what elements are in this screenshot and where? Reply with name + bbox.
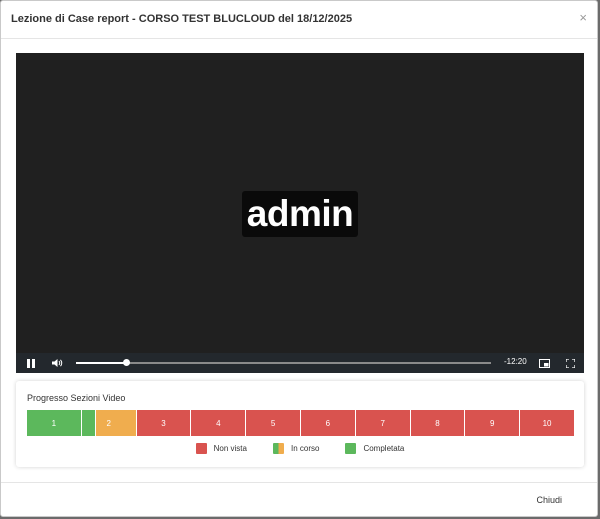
pip-button[interactable] [537,353,551,373]
section-segment[interactable]: 1 [27,410,82,436]
modal-header: Lezione di Case report - CORSO TEST BLUC… [1,1,597,39]
modal-title: Lezione di Case report - CORSO TEST BLUC… [11,13,353,25]
fullscreen-icon [565,358,575,368]
legend-swatch-not-viewed [195,443,207,454]
section-segment-label: 5 [270,418,276,428]
section-segment-label: 2 [106,418,111,428]
legend: Non vista In corso Completata [16,443,584,454]
volume-icon [51,359,62,367]
panel-title: Progresso Sezioni Video [27,393,126,403]
section-segment[interactable]: 8 [410,410,466,436]
watermark-label: admin [242,191,358,237]
volume-button[interactable] [50,353,64,373]
section-segments: 1 2 3 4 5 6 7 8 9 10 [27,410,574,436]
close-button[interactable]: Chiudi [531,491,567,509]
section-segment-label: 6 [325,418,331,428]
section-segment-label: 9 [490,418,495,428]
legend-label-in-progress: In corso [290,444,320,453]
section-segment[interactable]: 3 [136,410,192,436]
pause-button[interactable] [24,353,38,373]
legend-swatch-completed [345,443,357,454]
section-segment-label: 1 [51,418,57,428]
section-segment-label: 10 [542,418,552,428]
pause-icon [27,358,35,368]
seek-bar[interactable] [76,359,491,366]
legend-item-completed: Completata [345,443,404,454]
section-segment[interactable]: 9 [465,410,521,436]
legend-swatch-in-progress [272,443,284,454]
seek-bar-progress [76,362,126,364]
video-player[interactable]: admin -12:20 [16,53,584,373]
section-segment[interactable]: 10 [520,410,574,436]
pip-icon [538,358,550,368]
seek-handle[interactable] [122,359,130,366]
legend-item-in-progress: In corso [272,443,320,454]
time-remaining: -12:20 [504,357,527,366]
section-segment[interactable]: 6 [300,410,356,436]
section-segment[interactable]: 2 [81,410,137,436]
fullscreen-button[interactable] [563,353,577,373]
section-segment[interactable]: 4 [191,410,247,436]
close-icon[interactable]: × [579,10,587,25]
section-segment-label: 7 [380,418,385,428]
legend-item-not-viewed: Non vista [195,443,247,454]
section-segment-label: 4 [216,418,221,428]
modal-footer-divider [1,482,597,483]
legend-label-not-viewed: Non vista [213,444,247,453]
legend-label-completed: Completata [363,444,405,453]
section-segment-label: 8 [435,418,440,428]
section-progress-panel: Progresso Sezioni Video 1 2 3 4 5 6 7 8 9 10 Non … [16,381,584,467]
section-segment[interactable]: 5 [246,410,301,436]
section-segment[interactable]: 7 [355,410,411,436]
lesson-modal: Lezione di Case report - CORSO TEST BLUC… [0,0,598,517]
section-segment-label: 3 [161,418,166,428]
video-controls: -12:20 [16,353,584,373]
